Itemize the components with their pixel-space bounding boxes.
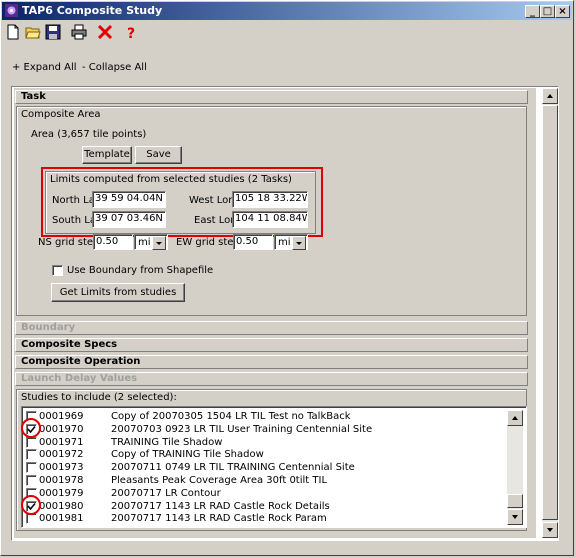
ns-unit-select[interactable]: mi (134, 234, 168, 250)
study-description: 20070717 LR Contour (111, 487, 221, 499)
up-arrow-icon (512, 416, 518, 420)
checked-highlight-circle (21, 418, 41, 438)
new-button[interactable] (4, 23, 23, 41)
study-code: 0001980 (39, 500, 84, 512)
list-item[interactable]: 0001971 TRAINING Tile Shadow (26, 436, 506, 449)
use-boundary-checkbox[interactable] (52, 265, 63, 276)
ew-unit-select[interactable]: mi (274, 234, 308, 250)
list-item[interactable]: 0001972 Copy of TRAINING Tile Shadow (26, 448, 506, 461)
expand-all-link[interactable]: + Expand All (12, 62, 77, 73)
study-code: 0001972 (39, 449, 84, 461)
study-description: TRAINING Tile Shadow (111, 436, 223, 448)
up-arrow-icon (547, 94, 553, 98)
minimize-button[interactable]: _ (525, 5, 540, 18)
area-save-button[interactable]: Save (135, 146, 182, 164)
open-button[interactable] (24, 23, 43, 41)
save-button[interactable] (44, 23, 63, 41)
chevron-down-icon[interactable] (292, 236, 306, 250)
svg-text:?: ? (127, 26, 135, 40)
study-code: 0001978 (39, 475, 84, 486)
main-scrollbar[interactable] (542, 88, 558, 538)
study-description: Copy of 20070305 1504 LR TIL Test no Tal… (111, 411, 351, 422)
print-icon (71, 24, 87, 40)
scroll-down-button[interactable] (507, 509, 523, 525)
composite-specs-header[interactable]: Composite Specs (15, 338, 528, 352)
print-button[interactable] (70, 23, 89, 41)
delete-icon (97, 24, 113, 40)
study-checkbox[interactable] (26, 462, 37, 474)
list-item[interactable]: 0001979 20070717 LR Contour (26, 487, 506, 500)
ns-grid-step-field[interactable]: 0.50 (93, 234, 133, 250)
save-icon (45, 24, 61, 40)
study-description: 20070717 1143 LR RAD Castle Rock Details (111, 500, 330, 512)
study-description: Copy of TRAINING Tile Shadow (111, 449, 264, 461)
composite-operation-header[interactable]: Composite Operation (15, 355, 528, 369)
template-button[interactable]: Template (82, 146, 132, 164)
study-code: 0001981 (39, 513, 84, 525)
collapse-all-link[interactable]: - Collapse All (82, 62, 147, 73)
list-item[interactable]: 0001980 20070717 1143 LR RAD Castle Rock … (26, 500, 506, 513)
list-item[interactable]: 0001969 Copy of 20070305 1504 LR TIL Test… (26, 410, 506, 423)
chevron-down-icon[interactable] (152, 236, 166, 250)
study-description: 20070711 0749 LR TIL TRAINING Centennial… (111, 462, 355, 474)
use-boundary-label: Use Boundary from Shapefile (67, 265, 214, 276)
study-code: 0001973 (39, 462, 84, 474)
boundary-section-header[interactable]: Boundary (15, 321, 528, 335)
list-item[interactable]: 0001973 20070711 0749 LR TIL TRAINING Cen… (26, 461, 506, 474)
study-code: 0001969 (39, 411, 84, 422)
down-arrow-icon (512, 515, 518, 519)
study-description: 20070717 1143 LR RAD Castle Rock Param (111, 513, 327, 525)
close-button[interactable]: × (555, 5, 570, 18)
new-icon (7, 24, 19, 40)
study-checkbox[interactable] (26, 513, 37, 525)
study-description: 20070703 0923 LR TIL User Training Cente… (111, 423, 373, 435)
down-arrow-icon (547, 528, 553, 532)
scroll-up-button[interactable] (507, 410, 523, 426)
scroll-thumb[interactable] (507, 494, 523, 508)
study-code: 0001970 (39, 423, 84, 435)
main-scroll-down-button[interactable] (542, 522, 558, 538)
ew-grid-step-field[interactable]: 0.50 (233, 234, 273, 250)
checked-highlight-circle (21, 495, 41, 515)
list-item[interactable]: 0001978 Pleasants Peak Coverage Area 30ft… (26, 474, 506, 487)
composite-area-label: Composite Area (21, 109, 101, 120)
help-icon: ? (127, 26, 135, 40)
study-code: 0001979 (39, 487, 84, 499)
studies-label: Studies to include (2 selected): (21, 392, 177, 403)
title-bar[interactable]: TAP6 Composite Study _ □ × (2, 2, 572, 20)
study-checkbox[interactable] (26, 436, 37, 448)
get-limits-button[interactable]: Get Limits from studies (51, 283, 185, 302)
study-checkbox[interactable] (26, 475, 37, 486)
study-description: Pleasants Peak Coverage Area 30ft 0tilt … (111, 475, 328, 486)
area-info-label: Area (3,657 tile points) (31, 129, 147, 140)
main-scroll-thumb[interactable] (542, 105, 558, 520)
ew-unit-value: mi (278, 237, 291, 248)
launch-delay-header[interactable]: Launch Delay Values (15, 372, 528, 386)
open-icon (25, 27, 41, 39)
task-section-header[interactable]: Task (15, 90, 528, 104)
help-button[interactable]: ? (122, 23, 141, 41)
main-scroll-up-button[interactable] (542, 88, 558, 104)
list-item[interactable]: 0001970 20070703 0923 LR TIL User Trainin… (26, 423, 506, 436)
studies-scrollbar[interactable] (507, 410, 523, 525)
list-item[interactable]: 0001981 20070717 1143 LR RAD Castle Rock … (26, 512, 506, 525)
window-title: TAP6 Composite Study (22, 4, 163, 17)
delete-button[interactable] (96, 23, 115, 41)
maximize-button[interactable]: □ (540, 5, 555, 18)
app-icon (5, 4, 18, 17)
study-checkbox[interactable] (26, 449, 37, 461)
limits-highlight-box (41, 167, 323, 237)
ns-unit-value: mi (138, 237, 151, 248)
studies-list[interactable]: 0001969 Copy of 20070305 1504 LR TIL Test… (21, 406, 527, 528)
study-code: 0001971 (39, 436, 84, 448)
